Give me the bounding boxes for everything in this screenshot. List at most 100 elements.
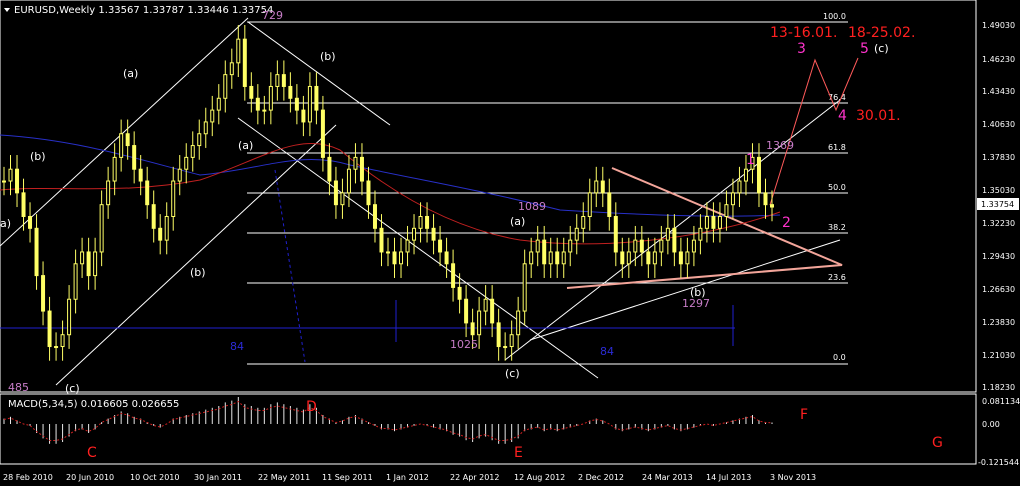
candle-body bbox=[86, 251, 91, 277]
candle-body bbox=[633, 239, 638, 253]
candle-body bbox=[548, 251, 553, 265]
candle-body bbox=[15, 168, 20, 194]
candle-body bbox=[314, 85, 319, 111]
count-2: 2 bbox=[782, 215, 791, 231]
candle-body bbox=[307, 85, 312, 123]
candle-body bbox=[346, 168, 351, 194]
candle-body bbox=[294, 97, 299, 111]
candle-body bbox=[574, 227, 579, 241]
candle-body bbox=[210, 109, 215, 123]
candle-body bbox=[639, 239, 644, 253]
candle-body bbox=[412, 227, 417, 241]
candle-body bbox=[438, 239, 443, 253]
x-tick: 24 Mar 2013 bbox=[642, 473, 693, 482]
wave-a: (a) bbox=[123, 67, 138, 80]
candle-body bbox=[353, 156, 358, 170]
candle-body bbox=[249, 85, 254, 99]
candle-body bbox=[327, 156, 332, 182]
fib-0: 0.0 bbox=[833, 353, 846, 362]
count-5: 5 bbox=[860, 41, 869, 57]
y-axis: 1.49030 1.46230 1.43430 1.40630 1.37830 … bbox=[977, 21, 1020, 467]
count-1: 1 bbox=[746, 152, 755, 168]
candle-body bbox=[392, 251, 397, 265]
macd-tick: 0.081134 bbox=[982, 397, 1020, 406]
candle-body bbox=[112, 156, 117, 182]
candle-body bbox=[555, 251, 560, 265]
candle-body bbox=[516, 310, 521, 336]
candle-body bbox=[763, 192, 768, 206]
candle-body bbox=[106, 180, 111, 206]
target-date: 30.01. bbox=[856, 108, 901, 124]
x-tick: 20 Jun 2010 bbox=[66, 473, 114, 482]
macd-d: D bbox=[306, 399, 317, 415]
candle-body bbox=[60, 334, 65, 348]
fib-23: 23.6 bbox=[828, 273, 846, 282]
candle-body bbox=[418, 215, 423, 229]
candle-body bbox=[288, 85, 293, 99]
wave-b: (b) bbox=[190, 266, 206, 279]
wave-b: (b) bbox=[30, 150, 46, 163]
candle-body bbox=[490, 298, 495, 324]
candle-body bbox=[379, 227, 384, 253]
x-tick: 22 Apr 2012 bbox=[450, 473, 499, 482]
candle-body bbox=[99, 204, 104, 253]
x-tick: 3 Nov 2013 bbox=[770, 473, 816, 482]
wave-b: (b) bbox=[690, 286, 706, 299]
label-84-right: 84 bbox=[600, 345, 614, 358]
label-485: 485 bbox=[8, 381, 29, 394]
y-tick: 1.43430 bbox=[982, 87, 1015, 96]
wave-c: (c) bbox=[505, 367, 520, 380]
candle-body bbox=[522, 263, 527, 312]
candle-body bbox=[626, 251, 631, 265]
candle-body bbox=[340, 192, 345, 206]
x-tick: 14 Jul 2013 bbox=[706, 473, 751, 482]
macd-g: G bbox=[932, 435, 943, 451]
candle-body bbox=[177, 168, 182, 182]
candle-body bbox=[737, 180, 742, 194]
candle-body bbox=[223, 74, 228, 99]
label-84-left: 84 bbox=[230, 340, 244, 353]
candle-body bbox=[496, 322, 501, 348]
candle-body bbox=[281, 74, 286, 87]
x-tick: 11 Sep 2011 bbox=[322, 473, 373, 482]
candle-body bbox=[125, 133, 130, 147]
candle-body bbox=[587, 192, 592, 217]
candle-body bbox=[665, 227, 670, 241]
candle-body bbox=[262, 109, 267, 112]
candle-body bbox=[542, 239, 547, 265]
candle-body bbox=[581, 215, 586, 229]
y-tick: 1.26630 bbox=[982, 285, 1015, 294]
candle-body bbox=[80, 251, 85, 265]
y-tick: 1.21030 bbox=[982, 351, 1015, 360]
candle-body bbox=[158, 227, 163, 241]
y-tick: 1.40630 bbox=[982, 120, 1015, 129]
candle-body bbox=[724, 204, 729, 217]
candle-body bbox=[483, 298, 488, 312]
candle-body bbox=[399, 251, 404, 265]
candle-body bbox=[236, 38, 241, 64]
wave-c-target: (c) bbox=[874, 42, 889, 55]
candle-body bbox=[145, 180, 150, 206]
candle-body bbox=[54, 346, 59, 349]
x-tick: 10 Oct 2010 bbox=[130, 473, 179, 482]
macd-header: MACD(5,34,5) 0.016605 0.026655 bbox=[8, 399, 179, 410]
candle-body bbox=[47, 310, 52, 348]
candle-body bbox=[73, 263, 78, 300]
candle-body bbox=[372, 204, 377, 229]
candle-body bbox=[197, 133, 202, 147]
y-tick: 1.23830 bbox=[982, 318, 1015, 327]
candle-body bbox=[242, 38, 247, 87]
candle-body bbox=[431, 227, 436, 241]
candle-body bbox=[477, 310, 482, 336]
candle-body bbox=[613, 215, 618, 253]
candle-body bbox=[366, 180, 371, 206]
candle-body bbox=[425, 215, 430, 229]
candle-body bbox=[451, 263, 456, 288]
count-4: 4 bbox=[838, 108, 847, 124]
candle-body bbox=[8, 168, 13, 182]
candle-body bbox=[620, 251, 625, 265]
y-tick: 1.46230 bbox=[982, 55, 1015, 64]
label-1025: 1025 bbox=[450, 338, 478, 351]
fib-100: 100.0 bbox=[823, 12, 846, 21]
x-tick: 1 Jan 2012 bbox=[386, 473, 429, 482]
